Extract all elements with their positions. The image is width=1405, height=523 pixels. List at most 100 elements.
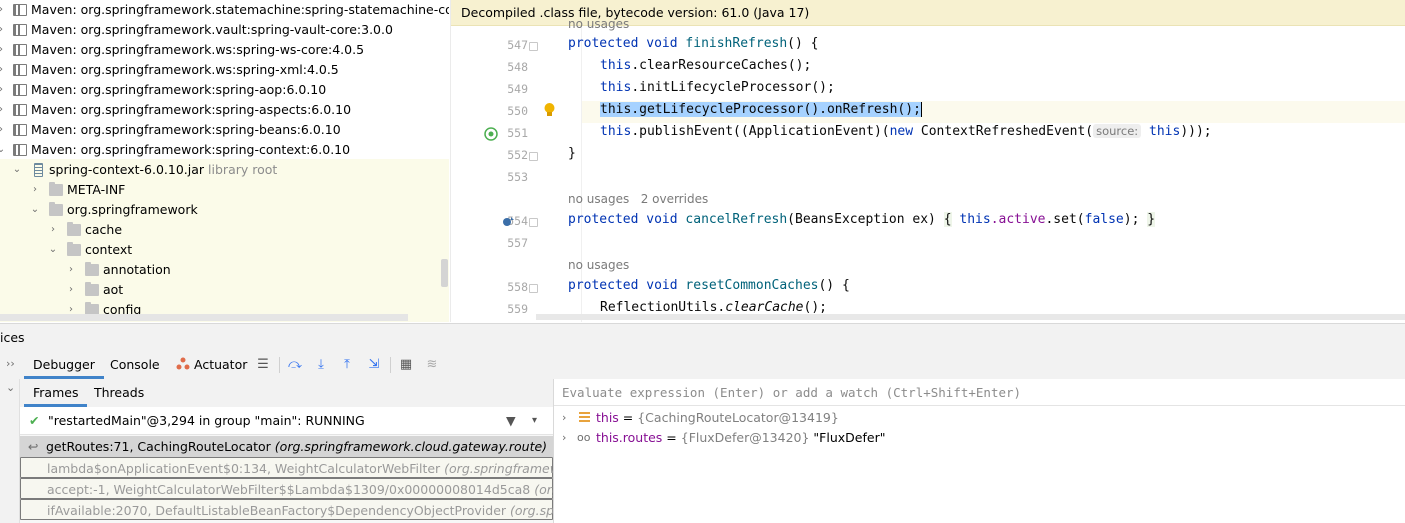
evaluate-expression-input[interactable]: Evaluate expression (Enter) or add a wat… bbox=[554, 379, 1405, 406]
stack-frame[interactable]: ↩ getRoutes:71, CachingRouteLocator (org… bbox=[20, 436, 553, 457]
code-editor[interactable]: Decompiled .class file, bytecode version… bbox=[450, 0, 1405, 322]
event-listener-icon[interactable] bbox=[484, 127, 498, 141]
keyword: protected bbox=[568, 36, 639, 51]
code-line-559[interactable]: ReflectionUtils.clearCache(); bbox=[600, 300, 827, 315]
code-text: (BeansException ex) bbox=[787, 212, 936, 227]
line-number: 557 bbox=[507, 236, 528, 250]
stack-frame[interactable]: lambda$onApplicationEvent$0:134, WeightC… bbox=[20, 457, 553, 478]
code-line-552[interactable]: } bbox=[568, 146, 576, 161]
editor-horizontal-scrollbar[interactable] bbox=[536, 314, 1405, 320]
library-icon bbox=[13, 24, 27, 36]
overridden-method-icon[interactable] bbox=[501, 215, 515, 229]
collapse-arrow-icon[interactable]: ⌄ bbox=[11, 160, 23, 180]
expand-arrow-icon[interactable]: › bbox=[29, 180, 41, 200]
expand-arrow-icon[interactable]: › bbox=[65, 260, 77, 280]
package-icon bbox=[85, 262, 99, 276]
trace-stream-icon[interactable]: ≋ bbox=[424, 357, 440, 373]
run-to-cursor-icon[interactable]: ⇲ bbox=[366, 357, 382, 373]
variable-equals: = bbox=[618, 410, 638, 425]
services-toolwindow-header[interactable]: ices bbox=[0, 323, 1405, 352]
tree-item-label: Maven: org.springframework.ws:spring-xml… bbox=[31, 62, 339, 77]
filter-icon[interactable]: ▼ bbox=[506, 407, 516, 434]
expand-arrow-icon[interactable]: › bbox=[0, 100, 7, 120]
frame-method: ifAvailable:2070, DefaultListableBeanFac… bbox=[47, 503, 507, 518]
line-number: 548 bbox=[507, 60, 528, 74]
frame-method: accept:-1, WeightCalculatorWebFilter$$La… bbox=[47, 482, 531, 497]
dropdown-arrow-icon[interactable]: ▾ bbox=[532, 407, 537, 434]
code-text: ReflectionUtils. bbox=[600, 300, 726, 315]
lightbulb-icon[interactable] bbox=[543, 102, 556, 118]
line-number: 549 bbox=[507, 82, 528, 96]
step-out-icon[interactable]: ⤒ bbox=[339, 357, 355, 373]
code-text: .publishEvent((ApplicationEvent)( bbox=[631, 124, 890, 139]
tree-item-label: aot bbox=[103, 282, 124, 297]
code-line-548[interactable]: this.clearResourceCaches(); bbox=[600, 58, 811, 73]
watch-glasses-icon: oo bbox=[577, 431, 591, 444]
frame-package: (org.springframework.cloud.gateway.route… bbox=[274, 439, 548, 454]
usage-hint[interactable]: no usages 2 overrides bbox=[568, 192, 708, 206]
tab-console[interactable]: Console bbox=[110, 351, 160, 379]
tab-label: Debugger bbox=[33, 357, 95, 372]
evaluate-expression-icon[interactable]: ▦ bbox=[398, 357, 414, 373]
code-line-547[interactable]: protected void finishRefresh() { bbox=[568, 36, 818, 51]
fold-marker-icon[interactable] bbox=[529, 42, 538, 51]
thread-selector[interactable]: ✔ "restartedMain"@3,294 in group "main":… bbox=[20, 407, 553, 435]
code-line-549[interactable]: this.initLifecycleProcessor(); bbox=[600, 80, 835, 95]
expand-arrow-icon[interactable]: › bbox=[0, 80, 7, 100]
current-line-highlight bbox=[451, 101, 1405, 123]
expand-arrow-icon[interactable]: › bbox=[0, 20, 7, 40]
tree-vertical-scrollbar[interactable] bbox=[441, 259, 448, 287]
folded-brace[interactable]: } bbox=[1147, 212, 1156, 227]
collapse-arrow-icon[interactable]: ⌄ bbox=[0, 140, 7, 160]
step-into-icon[interactable]: ⤓ bbox=[313, 357, 329, 373]
usage-hint[interactable]: no usages bbox=[568, 17, 629, 31]
expand-arrow-icon[interactable]: › bbox=[0, 40, 7, 60]
stack-frame[interactable]: ifAvailable:2070, DefaultListableBeanFac… bbox=[20, 499, 553, 520]
tree-item-label: cache bbox=[85, 222, 123, 237]
keyword: false bbox=[1084, 212, 1124, 227]
menu-icon[interactable]: ☰ bbox=[255, 357, 271, 373]
library-icon bbox=[13, 124, 27, 136]
selected-code[interactable]: this.getLifecycleProcessor().onRefresh()… bbox=[600, 102, 921, 117]
overrides-count[interactable]: 2 overrides bbox=[641, 192, 709, 206]
expand-arrow-icon[interactable]: › bbox=[0, 120, 7, 140]
tab-actuator[interactable]: Actuator bbox=[176, 351, 247, 379]
expand-arrow-icon[interactable]: › bbox=[562, 428, 566, 448]
code-line-551[interactable]: this.publishEvent((ApplicationEvent)(new… bbox=[600, 124, 1212, 139]
tree-horizontal-scrollbar[interactable] bbox=[0, 314, 408, 321]
collapse-arrow-icon[interactable]: ⌄ bbox=[29, 200, 41, 220]
expand-arrow-icon[interactable]: › bbox=[562, 408, 566, 428]
package-icon bbox=[49, 202, 63, 216]
collapse-arrow-icon[interactable]: ⌄ bbox=[47, 240, 59, 260]
checkmark-icon: ✔ bbox=[29, 413, 40, 428]
folded-brace[interactable]: { bbox=[943, 212, 952, 227]
fold-marker-icon[interactable] bbox=[529, 284, 538, 293]
expand-arrow-icon[interactable]: › bbox=[47, 220, 59, 240]
expand-arrow-icon[interactable]: › bbox=[0, 60, 7, 80]
keyword: new bbox=[889, 124, 914, 139]
line-number: 558 bbox=[507, 280, 528, 294]
fold-marker-icon[interactable] bbox=[529, 152, 538, 161]
line-number: 552 bbox=[507, 148, 528, 162]
stack-frame[interactable]: accept:-1, WeightCalculatorWebFilter$$La… bbox=[20, 478, 553, 499]
step-over-icon[interactable]: ⤼ bbox=[287, 357, 303, 373]
code-line-554[interactable]: protected void cancelRefresh(BeansExcept… bbox=[568, 212, 1156, 227]
tree-item-label: spring-context-6.0.10.jar library root bbox=[49, 160, 277, 180]
fold-marker-icon[interactable] bbox=[529, 218, 538, 227]
usage-hint[interactable]: no usages bbox=[568, 258, 629, 272]
tab-threads[interactable]: Threads bbox=[94, 379, 144, 407]
usages-count[interactable]: no usages bbox=[568, 192, 629, 206]
chevron-right-icon[interactable]: ›› bbox=[6, 357, 15, 370]
expand-arrow-icon[interactable]: › bbox=[0, 0, 7, 20]
actuator-icon bbox=[176, 357, 190, 370]
tab-debugger[interactable]: Debugger bbox=[24, 351, 104, 379]
variable-string-value: "FluxDefer" bbox=[809, 430, 886, 445]
tab-label: Actuator bbox=[193, 357, 248, 372]
tree-item-label: Maven: org.springframework:spring-aspect… bbox=[31, 102, 352, 117]
line-number: 554 bbox=[507, 214, 528, 228]
chevron-down-icon[interactable]: ⌄ bbox=[6, 381, 15, 394]
tab-frames[interactable]: Frames bbox=[24, 379, 88, 407]
expand-arrow-icon[interactable]: › bbox=[65, 280, 77, 300]
code-line-550[interactable]: this.getLifecycleProcessor().onRefresh()… bbox=[600, 102, 922, 117]
code-line-558[interactable]: protected void resetCommonCaches() { bbox=[568, 278, 850, 293]
